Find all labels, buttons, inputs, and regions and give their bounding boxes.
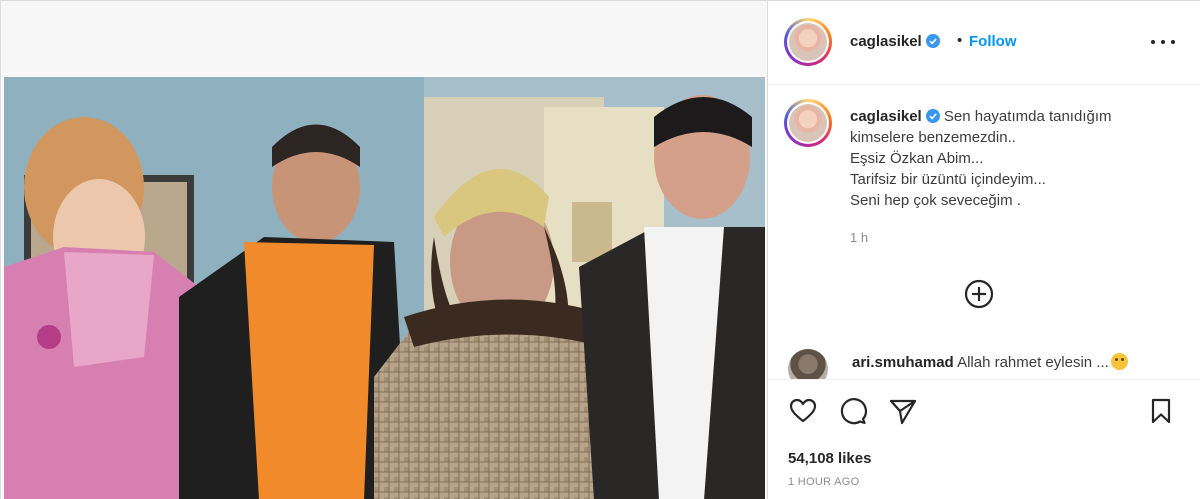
caption-author-avatar[interactable] xyxy=(784,99,832,147)
comment-item: ari.smuhamad Allah rahmet eylesin ... xyxy=(768,345,1200,379)
post-side-panel: caglasikel • Follow caglasikel Sen hayat… xyxy=(768,1,1200,499)
post-timestamp[interactable]: 1 HOUR AGO xyxy=(788,476,859,488)
heart-icon[interactable] xyxy=(788,396,818,426)
caption-line-3: Eşsiz Özkan Abim... xyxy=(850,150,984,167)
caption-line-2: kimselere benzemezdin.. xyxy=(850,129,1016,146)
post-actions: 54,108 likes 1 HOUR AGO xyxy=(768,379,1200,499)
comment-body: Allah rahmet eylesin ... xyxy=(957,354,1109,371)
post-caption: caglasikel Sen hayatımda tanıdığım kimse… xyxy=(768,85,1200,355)
comment-bubble-icon[interactable] xyxy=(838,396,868,426)
caption-timestamp[interactable]: 1 h xyxy=(850,230,868,245)
follow-button[interactable]: Follow xyxy=(969,33,1017,50)
header-separator: • xyxy=(957,32,963,49)
caption-line-4: Tarifsiz bir üzüntü içindeyim... xyxy=(850,171,1046,188)
post-photo[interactable] xyxy=(4,77,765,499)
caption-line-1: Sen hayatımda tanıdığım xyxy=(943,108,1112,125)
verified-badge-icon xyxy=(925,34,940,48)
media-top-blank xyxy=(1,1,767,77)
comment-text: ari.smuhamad Allah rahmet eylesin ... xyxy=(852,353,1128,371)
caption-text: caglasikel Sen hayatımda tanıdığım kimse… xyxy=(850,106,1180,211)
add-circle-icon[interactable] xyxy=(964,279,994,309)
author-username-text: caglasikel xyxy=(850,33,922,50)
author-username[interactable]: caglasikel xyxy=(850,33,940,50)
caption-author-username-text: caglasikel xyxy=(850,108,922,125)
avatar-image xyxy=(789,23,827,61)
commenter-avatar[interactable] xyxy=(788,349,828,379)
post-photo-image xyxy=(4,77,765,499)
avatar-image xyxy=(789,104,827,142)
caption-line-5: Seni hep çok seveceğim . xyxy=(850,192,1021,209)
commenter-username[interactable]: ari.smuhamad xyxy=(852,354,954,371)
author-avatar[interactable] xyxy=(784,18,832,66)
caption-author-username[interactable]: caglasikel xyxy=(850,108,940,125)
sad-face-emoji-icon xyxy=(1110,353,1128,370)
more-options-icon[interactable] xyxy=(1148,31,1178,51)
bookmark-icon[interactable] xyxy=(1146,396,1176,426)
verified-badge-icon xyxy=(925,109,940,123)
post-media-area xyxy=(1,1,768,499)
paper-plane-icon[interactable] xyxy=(888,396,918,426)
likes-count[interactable]: 54,108 likes xyxy=(788,450,871,467)
post-header: caglasikel • Follow xyxy=(768,1,1200,85)
instagram-post-window: caglasikel • Follow caglasikel Sen hayat… xyxy=(0,0,1200,499)
